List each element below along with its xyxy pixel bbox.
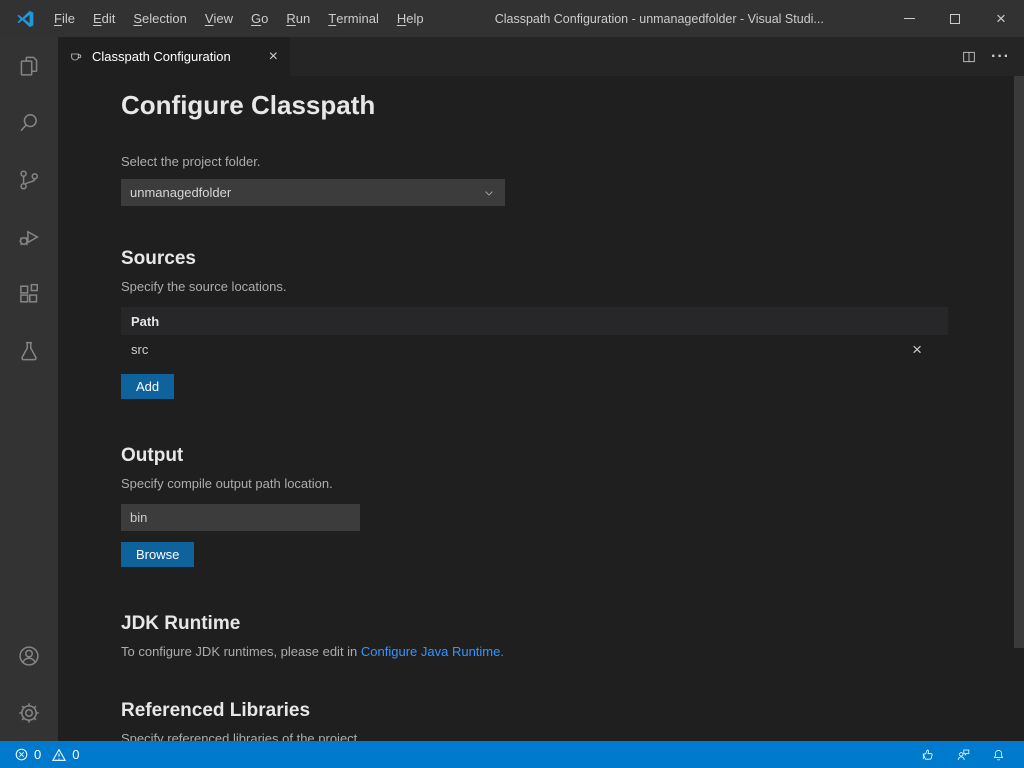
- editor-actions: ···: [961, 37, 1024, 76]
- menu-selection[interactable]: Selection: [124, 0, 195, 37]
- tab-bar: Classpath Configuration × ···: [58, 37, 1024, 76]
- feedback-icon[interactable]: [955, 747, 972, 763]
- warning-icon: [51, 747, 67, 763]
- vscode-window: File Edit Selection View Go Run Terminal…: [0, 0, 1024, 768]
- run-debug-icon[interactable]: [0, 208, 58, 265]
- referenced-libraries-description: Specify referenced libraries of the proj…: [121, 731, 948, 741]
- thumbs-up-icon[interactable]: [920, 747, 936, 763]
- output-path-input[interactable]: [121, 504, 360, 531]
- menubar: File Edit Selection View Go Run Terminal…: [45, 0, 433, 37]
- minimize-icon: [904, 18, 915, 19]
- split-editor-icon[interactable]: [961, 49, 977, 65]
- menu-terminal[interactable]: Terminal: [319, 0, 388, 37]
- project-folder-label: Select the project folder.: [121, 154, 948, 169]
- jdk-runtime-heading: JDK Runtime: [121, 613, 948, 635]
- maximize-icon: [950, 14, 960, 24]
- warning-count: 0: [72, 747, 79, 762]
- settings-gear-icon[interactable]: [0, 684, 58, 741]
- editor-area: Classpath Configuration × ··· Configure …: [58, 37, 1024, 741]
- java-cup-icon: [68, 49, 84, 65]
- project-folder-value: unmanagedfolder: [130, 185, 231, 200]
- referenced-libraries-heading: Referenced Libraries: [121, 700, 948, 722]
- menu-go[interactable]: Go: [242, 0, 277, 37]
- titlebar: File Edit Selection View Go Run Terminal…: [0, 0, 1024, 37]
- extensions-icon[interactable]: [0, 265, 58, 322]
- project-folder-select[interactable]: unmanagedfolder: [121, 179, 505, 206]
- activity-bar: [0, 37, 58, 741]
- source-path-cell: src: [131, 342, 148, 357]
- menu-help[interactable]: Help: [388, 0, 433, 37]
- scrollbar-thumb[interactable]: [1014, 76, 1024, 648]
- account-icon[interactable]: [0, 627, 58, 684]
- window-title: Classpath Configuration - unmanagedfolde…: [433, 12, 886, 26]
- jdk-runtime-section: JDK Runtime To configure JDK runtimes, p…: [121, 613, 948, 659]
- menu-run[interactable]: Run: [277, 0, 319, 37]
- sources-description: Specify the source locations.: [121, 279, 948, 294]
- menu-file[interactable]: File: [45, 0, 84, 37]
- more-actions-icon[interactable]: ···: [991, 53, 1010, 61]
- output-description: Specify compile output path location.: [121, 476, 948, 491]
- source-control-icon[interactable]: [0, 151, 58, 208]
- search-icon[interactable]: [0, 94, 58, 151]
- statusbar-right: [920, 747, 1014, 763]
- sources-heading: Sources: [121, 248, 948, 270]
- remove-source-icon[interactable]: ×: [908, 341, 938, 358]
- window-controls: ×: [886, 0, 1024, 37]
- content-scrollbar[interactable]: [1014, 76, 1024, 741]
- bell-icon[interactable]: [991, 747, 1006, 763]
- problems-indicator[interactable]: 0 0: [10, 747, 83, 763]
- sources-table: Path src ×: [121, 307, 948, 363]
- close-window-button[interactable]: ×: [978, 0, 1024, 37]
- menu-view[interactable]: View: [196, 0, 242, 37]
- chevron-down-icon: [482, 186, 496, 200]
- sources-section: Sources Specify the source locations. Pa…: [121, 248, 948, 399]
- main-area: Classpath Configuration × ··· Configure …: [0, 37, 1024, 741]
- output-heading: Output: [121, 445, 948, 467]
- sources-column-header: Path: [121, 307, 948, 335]
- menu-edit[interactable]: Edit: [84, 0, 124, 37]
- tab-label: Classpath Configuration: [92, 49, 259, 64]
- page-title: Configure Classpath: [121, 90, 948, 121]
- error-icon: [14, 747, 29, 762]
- add-source-button[interactable]: Add: [121, 374, 174, 399]
- browse-output-button[interactable]: Browse: [121, 542, 194, 567]
- referenced-libraries-section: Referenced Libraries Specify referenced …: [121, 700, 948, 741]
- classpath-configuration-page: Configure Classpath Select the project f…: [58, 76, 1024, 741]
- explorer-icon[interactable]: [0, 37, 58, 94]
- tab-close-icon[interactable]: ×: [267, 49, 280, 65]
- output-section: Output Specify compile output path locat…: [121, 445, 948, 567]
- tab-classpath-configuration[interactable]: Classpath Configuration ×: [58, 37, 290, 76]
- source-row: src ×: [121, 335, 948, 363]
- configure-java-runtime-link[interactable]: Configure Java Runtime.: [361, 644, 504, 659]
- maximize-button[interactable]: [932, 0, 978, 37]
- error-count: 0: [34, 747, 41, 762]
- jdk-runtime-text: To configure JDK runtimes, please edit i…: [121, 644, 948, 659]
- minimize-button[interactable]: [886, 0, 932, 37]
- status-bar: 0 0: [0, 741, 1024, 768]
- close-icon: ×: [996, 10, 1006, 27]
- vscode-logo-icon: [13, 7, 37, 31]
- test-beaker-icon[interactable]: [0, 322, 58, 379]
